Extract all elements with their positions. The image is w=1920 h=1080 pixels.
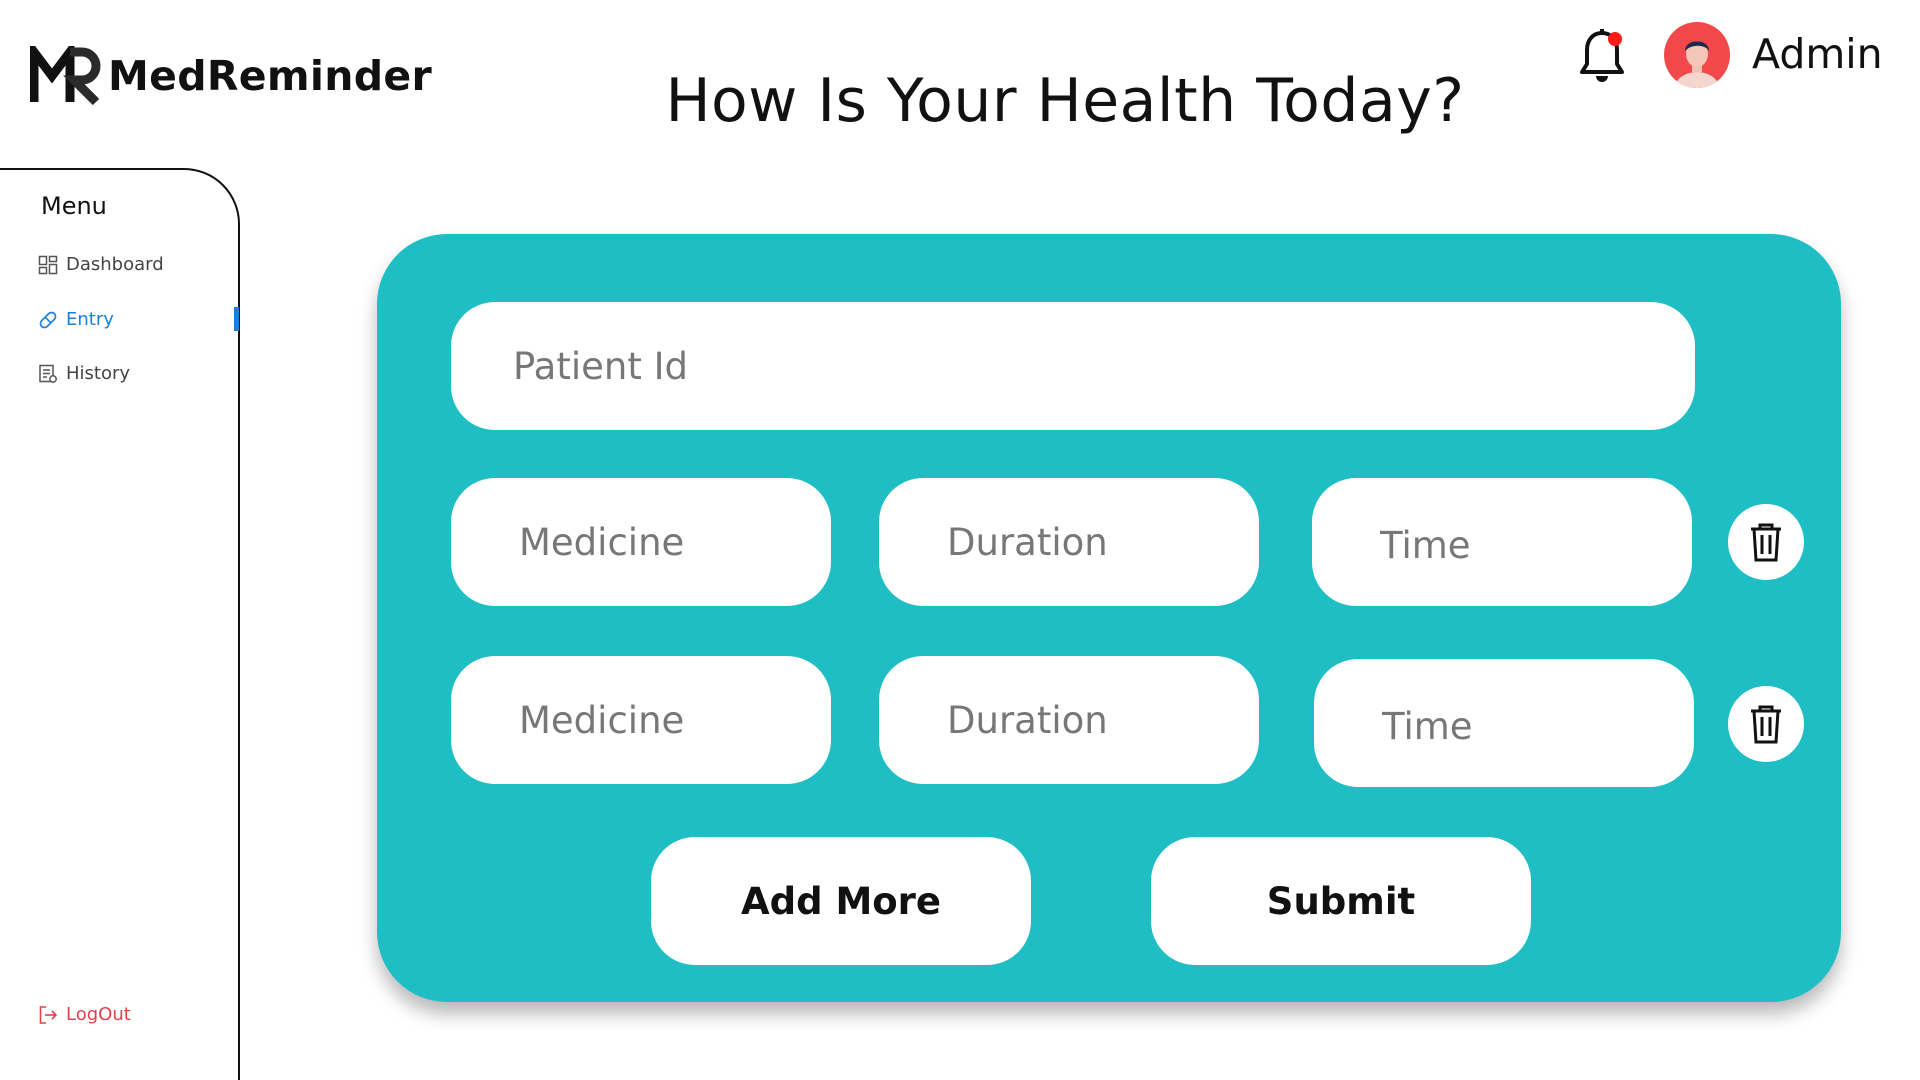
medicine-input-2[interactable] — [451, 656, 831, 784]
logout-label: LogOut — [66, 1004, 131, 1025]
sidebar-item-history[interactable]: History — [38, 363, 130, 384]
page-title: How Is Your Health Today? — [665, 66, 1465, 136]
trash-icon — [1751, 523, 1781, 562]
sidebar-item-label: Entry — [66, 309, 114, 330]
receipt-icon — [39, 364, 57, 383]
sidebar — [0, 168, 240, 1080]
sidebar-item-dashboard[interactable]: Dashboard — [38, 254, 164, 275]
duration-input-2[interactable] — [879, 656, 1259, 784]
logout-icon — [39, 1005, 58, 1024]
grid-icon — [38, 255, 58, 274]
sidebar-item-label: History — [66, 363, 131, 384]
submit-button[interactable]: Submit — [1151, 837, 1531, 965]
delete-row-button-2[interactable] — [1728, 686, 1804, 762]
user-avatar-icon — [1675, 41, 1719, 88]
avatar[interactable] — [1664, 22, 1730, 88]
delete-row-button-1[interactable] — [1728, 504, 1804, 580]
logout-button[interactable]: LogOut — [38, 1004, 131, 1025]
duration-input-1[interactable] — [879, 478, 1259, 606]
medicine-input-1[interactable] — [451, 478, 831, 606]
time-input-1[interactable] — [1312, 478, 1692, 606]
pill-icon — [39, 311, 57, 328]
notification-dot — [1608, 32, 1622, 46]
trash-icon — [1751, 705, 1781, 744]
time-input-2[interactable] — [1314, 659, 1694, 787]
add-more-button[interactable]: Add More — [651, 837, 1031, 965]
patient-id-input[interactable] — [451, 302, 1695, 430]
user-name: Admin — [1752, 30, 1883, 78]
sidebar-item-label: Dashboard — [66, 254, 164, 275]
active-indicator — [234, 307, 239, 331]
sidebar-item-entry[interactable]: Entry — [38, 309, 114, 330]
menu-title: Menu — [41, 192, 107, 220]
